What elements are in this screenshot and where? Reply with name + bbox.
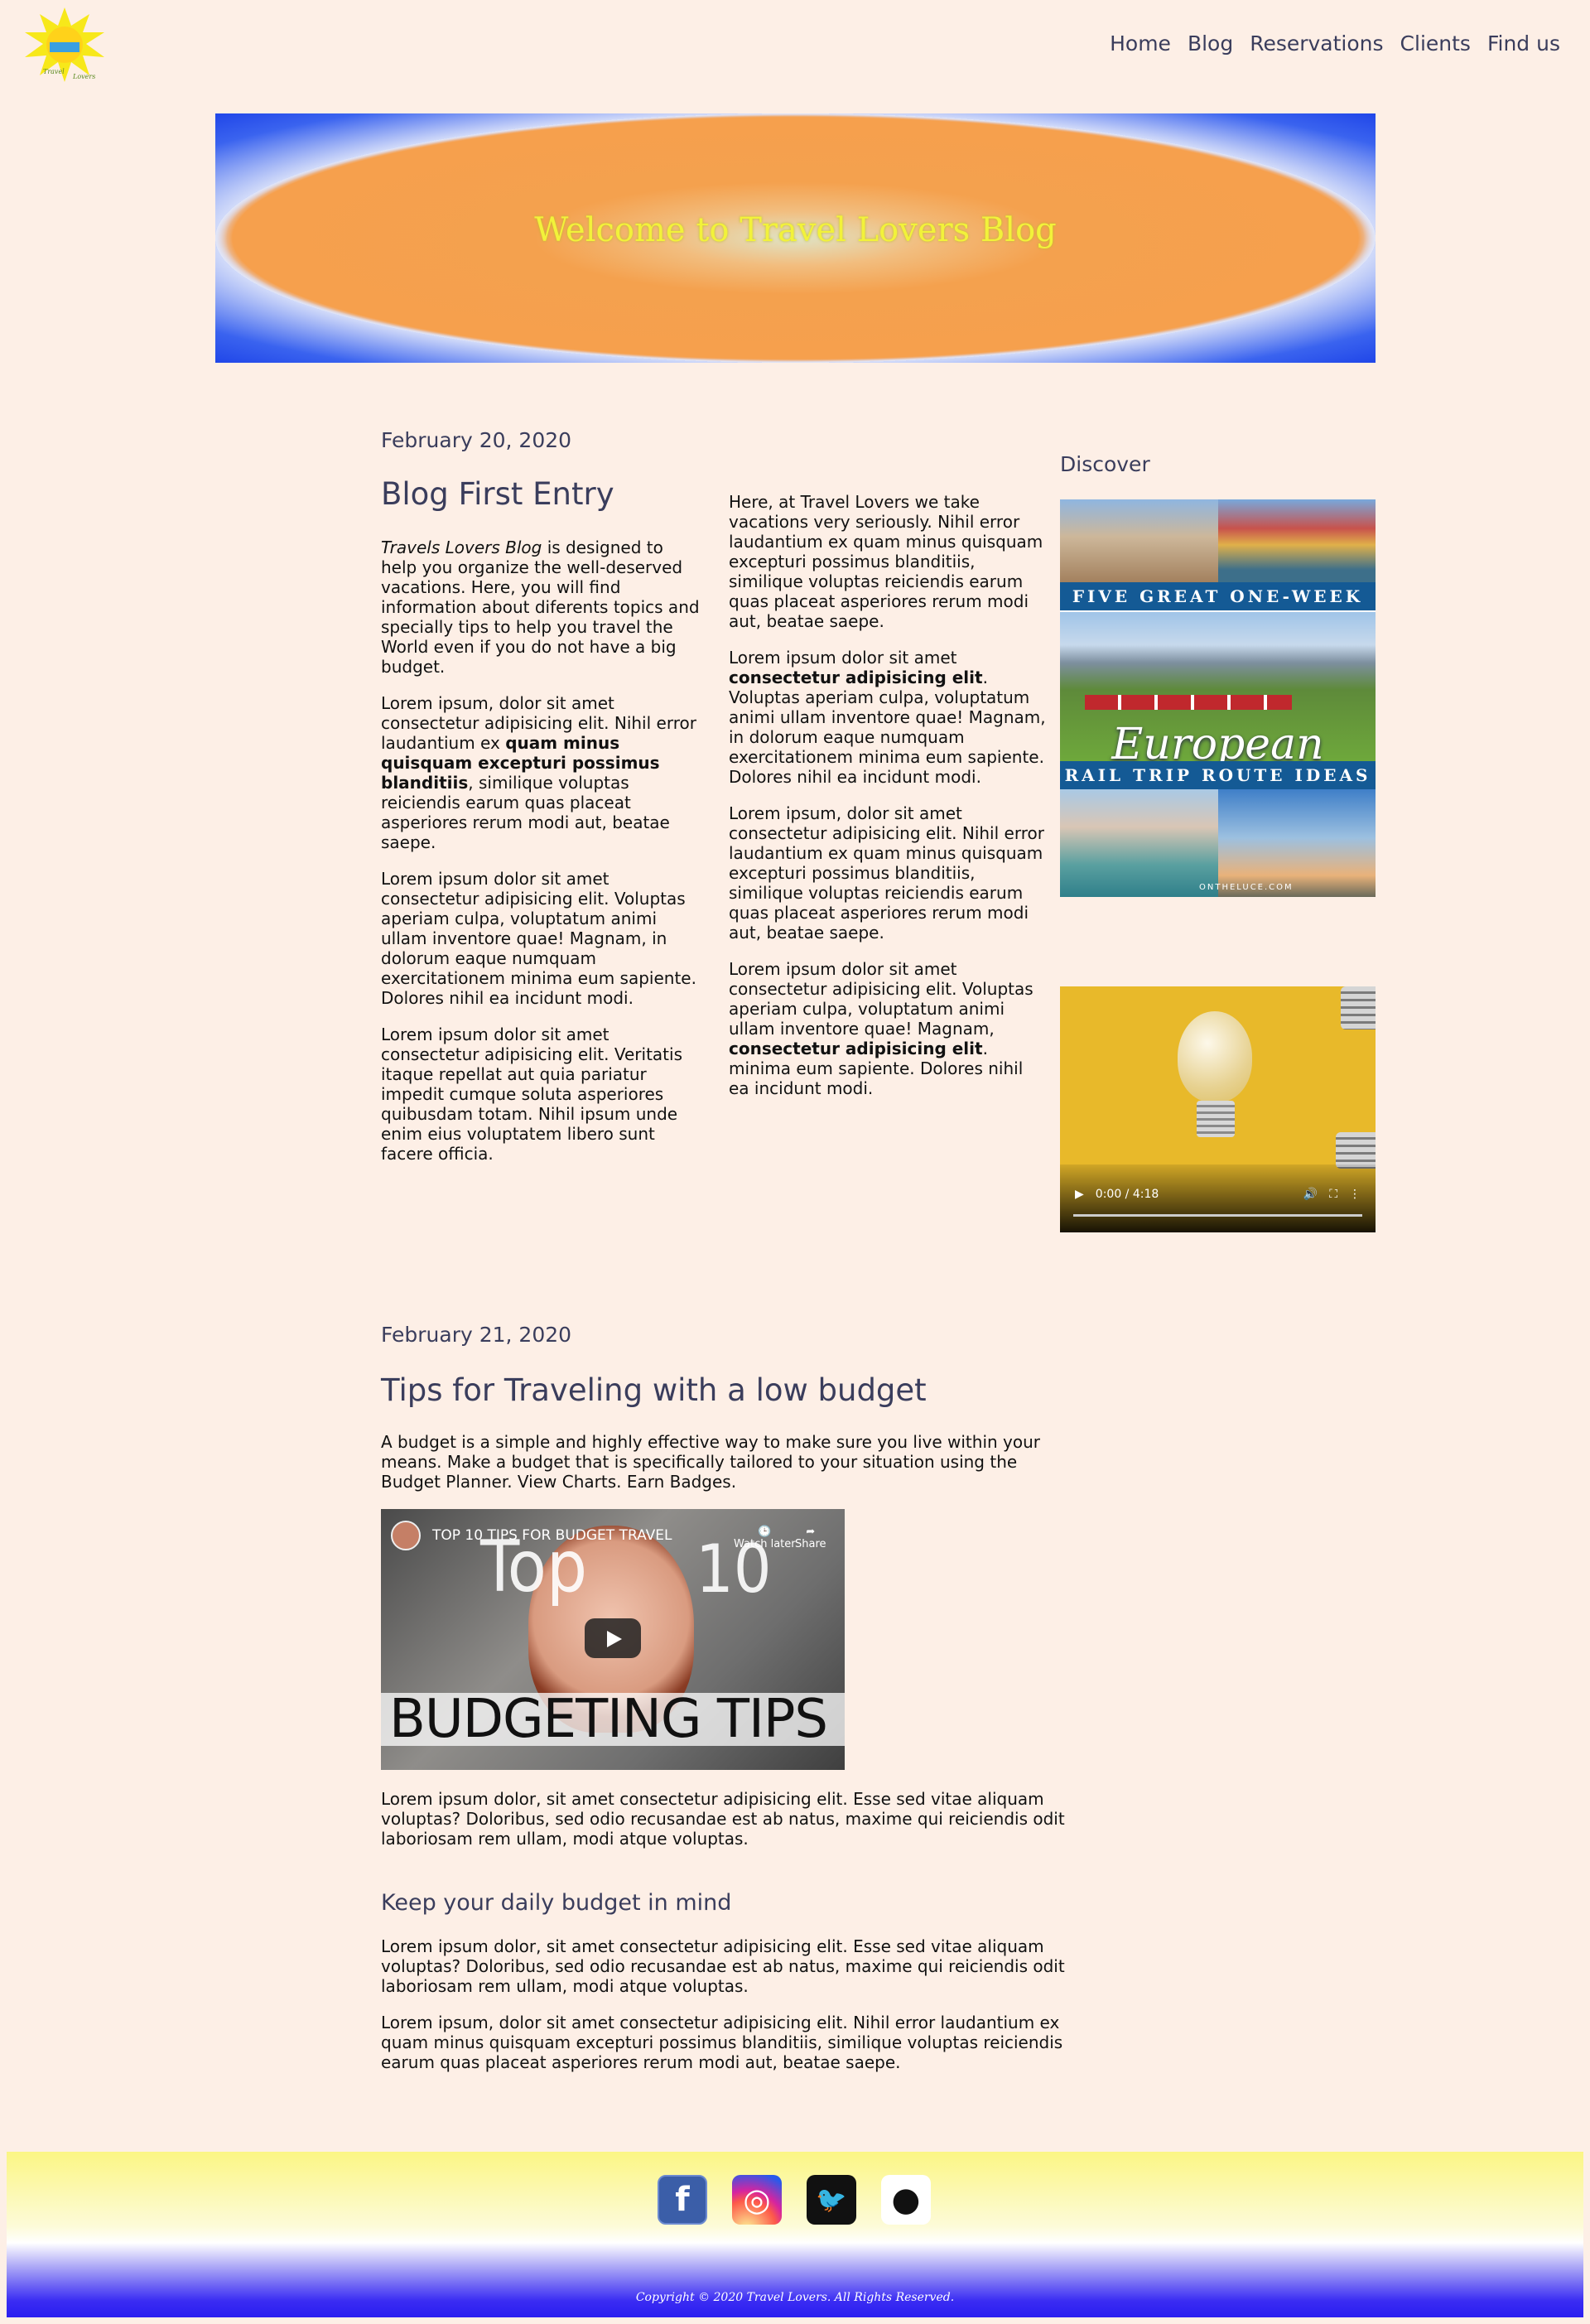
post1-left-p1-text: is designed to help you organize the wel… [381,538,700,677]
copenhagen-photo [1217,499,1376,582]
nav-home[interactable]: Home [1110,31,1171,55]
share-icon: ➦ [806,1526,816,1538]
sun-logo-icon: Travel Lovers [25,7,104,82]
video-bottom-caption: BUDGETING TIPS [381,1693,845,1746]
lightbulb-base-graphic [1197,1101,1235,1137]
clock-icon: 🕒 [758,1526,772,1538]
channel-avatar[interactable] [391,1521,421,1550]
main-nav: Home Blog Reservations Clients Find us [1110,31,1560,55]
post1-right-p1: Here, at Travel Lovers we take vacations… [729,492,1043,631]
site-footer: f ◎ 🐦 ● Copyright © 2020 Travel Lovers. … [7,2152,1583,2317]
post1-date: February 20, 2020 [381,428,572,452]
post2-title: Tips for Traveling with a low budget [381,1372,927,1408]
european-rail-pin-image[interactable]: FIVE GREAT ONE-WEEK European RAIL TRIP R… [1060,499,1376,897]
copyright-text: Copyright © 2020 Travel Lovers. All Righ… [635,2291,955,2304]
post1-right-column: Here, at Travel Lovers we take vacations… [729,492,1048,1115]
post1-right-p4: Lorem ipsum dolor sit amet consectetur a… [729,959,1048,1098]
post1-right-p3: Lorem ipsum, dolor sit amet consectetur … [729,803,1044,943]
watch-later-button[interactable]: 🕒 Watch later [734,1526,796,1550]
paris-photo [1217,789,1376,897]
facebook-icon[interactable]: f [658,2175,707,2225]
post1-left-p4: Lorem ipsum dolor sit amet consectetur a… [381,1025,682,1164]
post2-body-block: Lorem ipsum dolor, sit amet consectetur … [381,1936,1068,2089]
twitter-icon[interactable]: 🐦 [807,2175,856,2225]
nav-blog[interactable]: Blog [1188,31,1233,55]
pin-credit: ONTHELUCE.COM [1199,883,1294,892]
bulb-right-graphic [1341,986,1376,1029]
post1-left-column: Travels Lovers Blog is designed to help … [381,538,700,1180]
post2-subheading: Keep your daily budget in mind [381,1890,732,1916]
video-time: 0:00 / 4:18 [1095,1188,1159,1201]
post2-p2: Lorem ipsum dolor, sit amet consectetur … [381,1936,1065,1996]
post1-right-p4-a: Lorem ipsum dolor sit amet consectetur a… [729,959,1034,1039]
watch-later-label: Watch later [734,1538,796,1550]
social-links: f ◎ 🐦 ● [658,2175,931,2225]
svg-text:Travel: Travel [43,68,65,75]
github-icon[interactable]: ● [881,2175,931,2225]
play-icon[interactable]: ▶ [1075,1188,1084,1201]
share-label: Share [795,1538,826,1550]
youtube-play-button[interactable] [585,1618,641,1658]
hero-title: Welcome to Travel Lovers Blog [534,211,1057,249]
post1-left-p1: Travels Lovers Blog is designed to help … [381,538,700,677]
red-train [1085,695,1292,710]
share-button[interactable]: ➦ Share [795,1526,826,1550]
lightbulb-video-player[interactable]: ▶ 0:00 / 4:18 🔊 ⛶ ⋮ [1060,986,1376,1232]
volume-icon[interactable]: 🔊 [1303,1188,1318,1201]
post1-left-p2: Lorem ipsum, dolor sit amet consectetur … [381,693,700,852]
svg-text:Lovers: Lovers [72,73,95,80]
discover-heading: Discover [1060,452,1150,476]
instagram-icon[interactable]: ◎ [732,2175,782,2225]
post2-p3: Lorem ipsum, dolor sit amet consectetur … [381,2013,1063,2072]
post1-right-p2-bold: consectetur adipisicing elit [729,668,983,687]
hero-banner: Welcome to Travel Lovers Blog [215,113,1376,363]
video-progress-track[interactable] [1073,1214,1362,1217]
post1-right-p2-a: Lorem ipsum dolor sit amet [729,648,957,668]
youtube-video-title[interactable]: TOP 10 TIPS FOR BUDGET TRAVEL [432,1527,672,1544]
ljubljana-photo [1060,789,1218,897]
post2-after-video-block: Lorem ipsum dolor, sit amet consectetur … [381,1789,1068,1865]
post2-intro-block: A budget is a simple and highly effectiv… [381,1432,1068,1508]
post1-right-p4-bold: consectetur adipisicing elit [729,1039,983,1058]
nav-clients[interactable]: Clients [1400,31,1471,55]
video-controls: ▶ 0:00 / 4:18 🔊 ⛶ ⋮ [1060,1164,1376,1232]
post2-after-video: Lorem ipsum dolor, sit amet consectetur … [381,1789,1065,1849]
youtube-video-embed[interactable]: Top 10 TOP 10 TIPS FOR BUDGET TRAVEL 🕒 Wa… [381,1509,845,1770]
post2-intro: A budget is a simple and highly effectiv… [381,1432,1041,1492]
nav-find-us[interactable]: Find us [1487,31,1560,55]
post1-title: Blog First Entry [381,476,614,512]
nav-reservations[interactable]: Reservations [1250,31,1383,55]
pin-top-banner: FIVE GREAT ONE-WEEK [1060,582,1376,610]
site-logo[interactable]: Travel Lovers [22,7,108,84]
post1-right-p2: Lorem ipsum dolor sit amet consectetur a… [729,648,1048,787]
blog-name-emphasis: Travels Lovers Blog [381,538,542,557]
pin-bottom-banner: RAIL TRIP ROUTE IDEAS [1060,761,1376,789]
post2-date: February 21, 2020 [381,1323,572,1347]
lightbulb-graphic [1178,1011,1252,1102]
bulb-lower-right-graphic [1336,1132,1376,1169]
colosseum-photo [1060,499,1218,582]
post1-left-p3: Lorem ipsum dolor sit amet consectetur a… [381,869,696,1008]
more-options-icon[interactable]: ⋮ [1349,1188,1361,1201]
fullscreen-icon[interactable]: ⛶ [1329,1188,1337,1201]
